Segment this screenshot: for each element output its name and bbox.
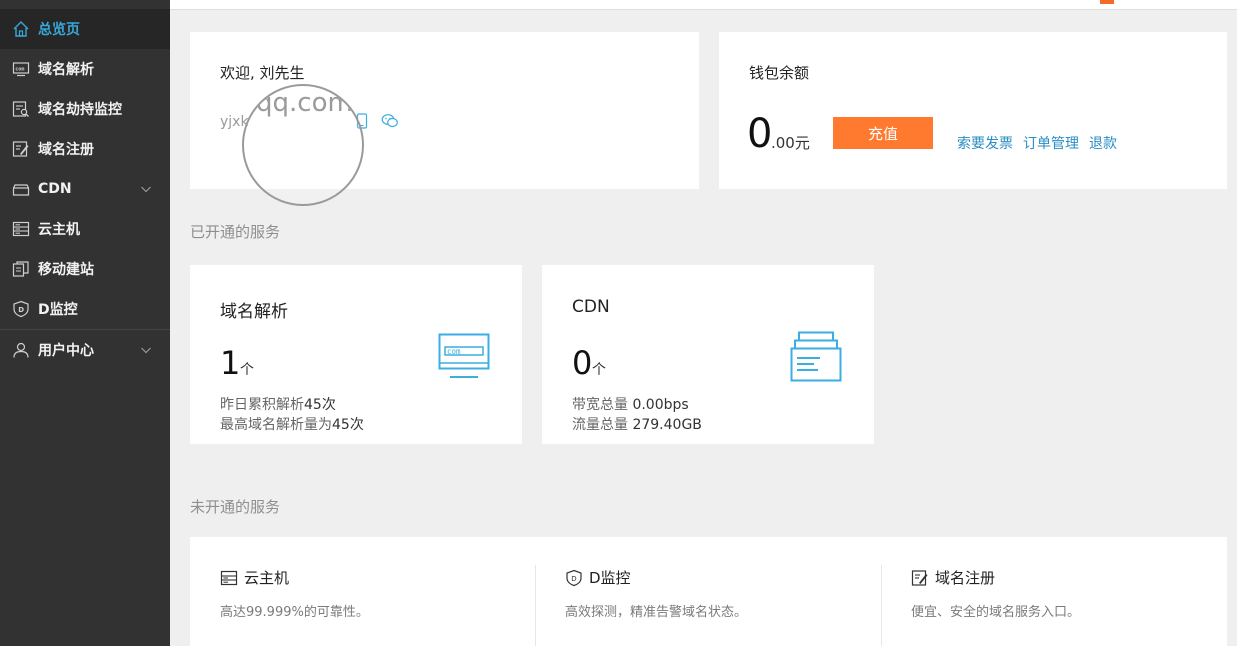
sidebar-item-domain-register[interactable]: 域名注册 — [0, 129, 170, 169]
svg-text:com: com — [447, 347, 461, 356]
shield-d-icon: D — [12, 300, 30, 318]
stat-value: 45次 — [304, 397, 336, 413]
order-management-link[interactable]: 订单管理 — [1023, 133, 1079, 153]
sidebar-item-user-center[interactable]: 用户中心 — [0, 330, 170, 370]
service-card-dns[interactable]: 域名解析 1 个 昨日累积解析45次 最高域名解析量为45次 com — [190, 265, 522, 444]
welcome-card: 欢迎, 刘先生 yjxk — [190, 32, 699, 189]
service-unit: 个 — [240, 362, 254, 378]
com-icon: com — [12, 60, 30, 78]
service-stat-line: 昨日累积解析45次 — [220, 394, 336, 414]
service-stat-line: 流量总量 279.40GB — [572, 414, 702, 434]
service-stat-line: 带宽总量 0.00bps — [572, 394, 689, 414]
balance-fraction: .00元 — [771, 134, 810, 152]
top-bar-accent — [1100, 0, 1114, 4]
inactive-service-name: 域名注册 — [935, 569, 996, 587]
app-root: 总览页 com 域名解析 域名劫持监控 域名注册 CDN 云主机 移动建站 D … — [0, 0, 1237, 646]
sidebar-item-label: D监控 — [38, 302, 78, 318]
stat-value: 279.40GB — [632, 417, 702, 433]
home-icon — [12, 20, 30, 38]
inactive-services-title: 未开通的服务 — [190, 498, 281, 516]
inactive-service-title: 云主机 — [220, 567, 289, 588]
service-unit: 个 — [592, 362, 606, 378]
com-monitor-illustration: com — [438, 333, 490, 383]
inactive-service-name: D监控 — [589, 569, 631, 587]
inactive-service-desc: 便宜、安全的域名服务入口。 — [911, 605, 1081, 620]
box-icon — [12, 180, 30, 198]
balance-integer: 0 — [747, 111, 773, 157]
sidebar-item-hijack-monitor[interactable]: 域名劫持监控 — [0, 89, 170, 129]
sidebar-item-label: 移动建站 — [38, 262, 94, 278]
refund-link[interactable]: 退款 — [1089, 133, 1117, 153]
service-name: CDN — [572, 297, 610, 317]
inactive-service-title: 域名注册 — [911, 567, 995, 588]
server-icon — [12, 220, 30, 238]
sidebar-item-label: 域名注册 — [38, 142, 94, 158]
monitor-search-icon — [12, 100, 30, 118]
wallet-title: 钱包余额 — [749, 64, 810, 82]
inactive-service-name: 云主机 — [244, 569, 290, 587]
sidebar-item-cloud-host[interactable]: 云主机 — [0, 209, 170, 249]
sidebar-item-label: 用户中心 — [38, 343, 94, 359]
stat-value: 0.00bps — [632, 397, 689, 413]
svg-text:D: D — [571, 574, 576, 582]
sidebar-item-label: 域名劫持监控 — [38, 102, 122, 118]
service-count: 0 — [572, 344, 593, 382]
inactive-service-cloud-host[interactable]: 云主机 高达99.999%的可靠性。 — [190, 537, 535, 646]
inactive-service-title: D D监控 — [565, 567, 631, 588]
stacked-docs-illustration — [790, 331, 842, 387]
top-bar — [170, 0, 1237, 10]
chevron-down-icon — [140, 183, 152, 195]
stat-label: 流量总量 — [572, 417, 633, 433]
wechat-icon[interactable] — [381, 113, 399, 133]
wallet-card: 钱包余额 0 .00元 充值 索要发票 订单管理 退款 — [719, 32, 1227, 189]
welcome-title: 欢迎, 刘先生 — [220, 64, 305, 82]
stat-label: 带宽总量 — [572, 397, 633, 413]
svg-text:com: com — [15, 66, 24, 72]
chevron-down-icon — [140, 344, 152, 356]
sidebar-item-d-monitor[interactable]: D D监控 — [0, 289, 170, 329]
svg-text:D: D — [18, 306, 24, 314]
server-icon — [220, 569, 238, 587]
phone-icon[interactable] — [356, 113, 368, 133]
sidebar-item-overview[interactable]: 总览页 — [0, 9, 170, 49]
inactive-service-domain-register[interactable]: 域名注册 便宜、安全的域名服务入口。 — [882, 537, 1227, 646]
service-stat-line: 最高域名解析量为45次 — [220, 414, 364, 434]
mobile-site-icon — [12, 260, 30, 278]
sidebar-item-mobile-site[interactable]: 移动建站 — [0, 249, 170, 289]
sidebar: 总览页 com 域名解析 域名劫持监控 域名注册 CDN 云主机 移动建站 D … — [0, 0, 170, 646]
service-count: 1 — [220, 344, 241, 382]
active-services-title: 已开通的服务 — [190, 223, 281, 241]
register-icon — [12, 140, 30, 158]
sidebar-item-label: 域名解析 — [38, 62, 94, 78]
stat-label: 最高域名解析量为 — [220, 417, 332, 433]
invoice-link[interactable]: 索要发票 — [957, 133, 1013, 153]
service-card-cdn[interactable]: CDN 0 个 带宽总量 0.00bps 流量总量 279.40GB — [542, 265, 874, 444]
sidebar-item-cdn[interactable]: CDN — [0, 169, 170, 209]
inactive-service-d-monitor[interactable]: D D监控 高效探测，精准告警域名状态。 — [536, 537, 881, 646]
register-icon — [911, 569, 929, 587]
stat-value: 45次 — [332, 417, 364, 433]
sidebar-item-dns[interactable]: com 域名解析 — [0, 49, 170, 89]
service-name: 域名解析 — [220, 302, 288, 322]
stat-label: 昨日累积解析 — [220, 397, 304, 413]
sidebar-item-label: 云主机 — [38, 222, 80, 238]
sidebar-item-label: 总览页 — [38, 22, 80, 38]
sidebar-item-label: CDN — [38, 181, 72, 197]
inactive-services-card: 云主机 高达99.999%的可靠性。 D D监控 高效探测，精准告警域名状态。 … — [190, 537, 1227, 646]
inactive-service-desc: 高效探测，精准告警域名状态。 — [565, 605, 748, 620]
account-id: yjxk — [220, 114, 249, 130]
user-icon — [12, 341, 30, 359]
shield-d-icon: D — [565, 569, 583, 587]
inactive-service-desc: 高达99.999%的可靠性。 — [220, 605, 369, 620]
recharge-button[interactable]: 充值 — [833, 117, 933, 149]
